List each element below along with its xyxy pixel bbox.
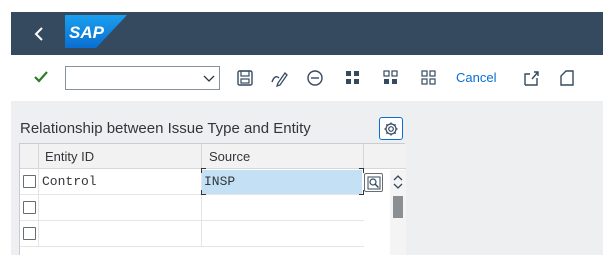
settings-gear-icon — [384, 122, 398, 136]
source-cell: INSP — [201, 168, 383, 195]
table-row — [20, 195, 364, 221]
focus-corner — [201, 168, 206, 173]
scrollbar-thumb[interactable] — [393, 196, 403, 218]
section-title: Relationship between Issue Type and Enti… — [20, 120, 311, 137]
back-button[interactable] — [29, 21, 51, 45]
focus-corner — [359, 168, 364, 173]
entity-id-cell[interactable] — [39, 221, 202, 246]
entity-id-cell[interactable] — [39, 195, 202, 220]
select-all-icon[interactable] — [343, 68, 363, 88]
save-icon[interactable] — [235, 68, 255, 88]
cancel-button[interactable]: Cancel — [456, 70, 496, 85]
sap-logo: SAP — [65, 15, 127, 51]
value-help-icon[interactable] — [364, 173, 383, 192]
row-checkbox[interactable] — [23, 201, 36, 214]
source-input[interactable]: INSP — [202, 170, 362, 194]
select-block-icon[interactable] — [381, 68, 401, 88]
deselect-all-icon[interactable] — [419, 68, 439, 88]
table-row: Control INSP — [20, 168, 383, 195]
vertical-scrollbar[interactable] — [390, 170, 406, 255]
chevron-down-icon[interactable] — [199, 67, 219, 89]
table-settings-button[interactable] — [379, 117, 403, 140]
column-header-entity-id[interactable]: Entity ID — [39, 144, 202, 169]
application-toolbar: Cancel — [11, 55, 603, 101]
row-selector — [20, 195, 39, 220]
export-icon[interactable] — [521, 68, 541, 88]
row-selector — [20, 221, 39, 246]
checkmark-icon[interactable] — [33, 69, 49, 85]
row-selector — [20, 169, 39, 194]
chevron-left-icon — [34, 27, 43, 41]
header-filler — [364, 144, 406, 169]
display-change-icon[interactable] — [269, 68, 289, 88]
row-checkbox[interactable] — [23, 227, 36, 240]
remove-icon[interactable] — [305, 68, 325, 88]
source-cell[interactable] — [202, 195, 364, 220]
entity-id-cell[interactable]: Control — [39, 169, 202, 194]
entity-table: Entity ID Source Control INSP — [19, 143, 406, 255]
shell-bar: SAP — [11, 12, 603, 55]
row-checkbox[interactable] — [23, 175, 36, 188]
chevron-up-icon[interactable] — [391, 172, 405, 192]
sap-gui-window: SAP Cancel Relationship between Issue Ty… — [0, 0, 603, 255]
source-cell[interactable] — [202, 221, 364, 246]
import-icon[interactable] — [557, 68, 577, 88]
column-header-source[interactable]: Source — [202, 144, 364, 169]
select-all-header[interactable] — [20, 144, 39, 169]
command-field[interactable] — [65, 66, 220, 90]
svg-text:SAP: SAP — [69, 23, 105, 42]
content-area: Relationship between Issue Type and Enti… — [11, 101, 603, 255]
table-row — [20, 221, 364, 247]
